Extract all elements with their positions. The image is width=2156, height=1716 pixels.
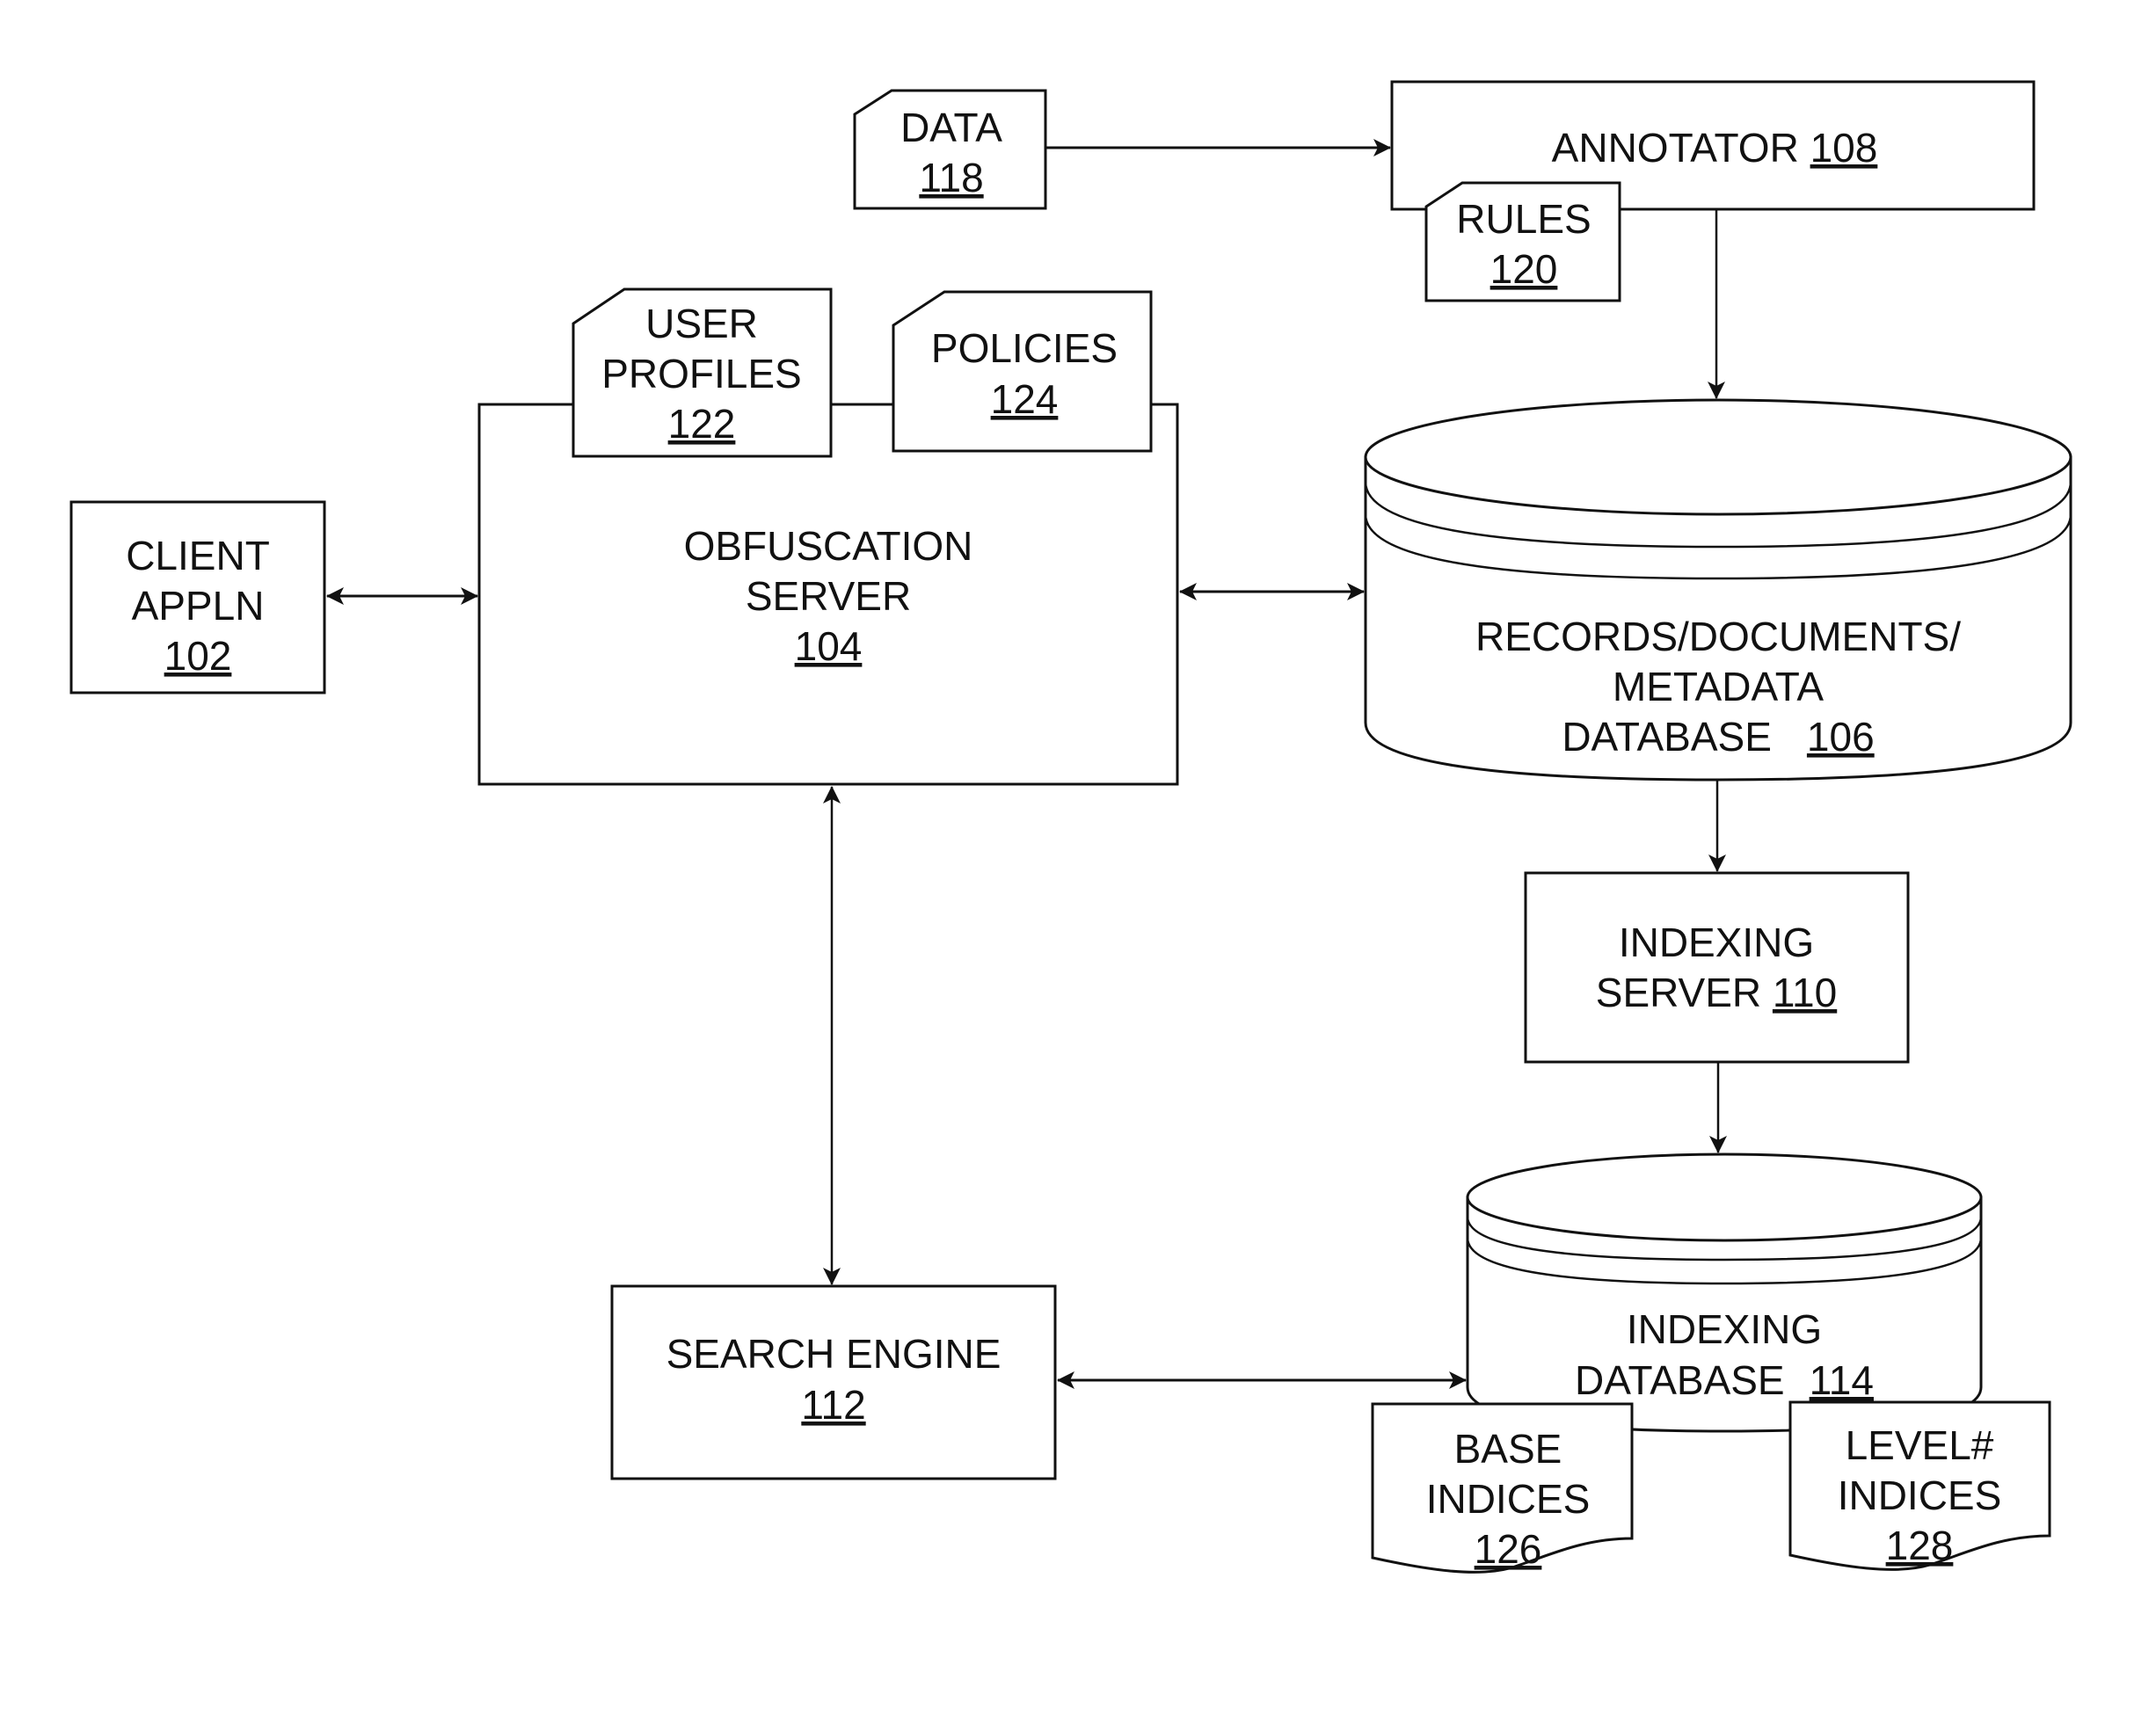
policies-card bbox=[892, 290, 1153, 453]
records-database-ref: 106 bbox=[1807, 714, 1875, 760]
search-engine-label-line1: SEARCH ENGINE bbox=[666, 1331, 1002, 1377]
indexing-database-label-line2: DATABASE 114 bbox=[1575, 1357, 1874, 1403]
records-database-label-text: DATABASE bbox=[1562, 714, 1772, 760]
annotator-label: ANNOTATOR 108 bbox=[1552, 125, 1878, 171]
base-indices-label-line2: INDICES bbox=[1426, 1476, 1591, 1522]
base-indices-node[interactable]: BASE INDICES 126 bbox=[1371, 1402, 1634, 1574]
user-profiles-node[interactable]: USER PROFILES 122 bbox=[572, 287, 833, 458]
level-indices-ref: 128 bbox=[1886, 1523, 1954, 1568]
base-indices-label-line1: BASE bbox=[1454, 1426, 1562, 1472]
obfuscation-server-label-line1: OBFUSCATION bbox=[684, 523, 973, 569]
client-appln-node[interactable]: CLIENT APPLN 102 bbox=[69, 500, 326, 694]
indexing-server-box bbox=[1524, 871, 1910, 1064]
obfuscation-server-label-line2: SERVER bbox=[746, 573, 911, 619]
records-database-label-line1: RECORDS/DOCUMENTS/ bbox=[1475, 614, 1961, 659]
rules-ref: 120 bbox=[1490, 246, 1558, 292]
diagram-canvas: CLIENT APPLN 102 OBFUSCATION SERVER 104 … bbox=[0, 0, 2156, 1716]
indexing-database-top bbox=[1466, 1152, 1983, 1242]
data-ref: 118 bbox=[919, 155, 983, 200]
rules-node[interactable]: RULES 120 bbox=[1424, 181, 1621, 302]
user-profiles-label-line1: USER bbox=[645, 301, 758, 346]
client-appln-ref: 102 bbox=[164, 633, 232, 679]
data-node[interactable]: DATA 118 bbox=[853, 89, 1047, 210]
indexing-server-label-text: SERVER bbox=[1596, 970, 1761, 1015]
policies-ref: 124 bbox=[991, 376, 1059, 422]
architecture-diagram: CLIENT APPLN 102 OBFUSCATION SERVER 104 … bbox=[69, 80, 2072, 1574]
base-indices-ref: 126 bbox=[1475, 1526, 1542, 1572]
indexing-database-ref: 114 bbox=[1810, 1357, 1874, 1403]
obfuscation-server-node[interactable]: OBFUSCATION SERVER 104 bbox=[477, 403, 1179, 786]
policies-label-line1: POLICIES bbox=[931, 325, 1118, 371]
client-appln-label-line1: CLIENT bbox=[126, 533, 270, 578]
rules-label-line1: RULES bbox=[1456, 196, 1591, 242]
records-database-node[interactable]: RECORDS/DOCUMENTS/ METADATA DATABASE 106 bbox=[1364, 398, 2072, 782]
search-engine-ref: 112 bbox=[801, 1382, 865, 1428]
indexing-server-label-line1: INDEXING bbox=[1619, 920, 1814, 965]
user-profiles-label-line2: PROFILES bbox=[601, 351, 802, 396]
policies-node[interactable]: POLICIES 124 bbox=[892, 290, 1153, 453]
indexing-database-label-line1: INDEXING bbox=[1627, 1306, 1822, 1352]
records-database-label-line2: METADATA bbox=[1613, 664, 1825, 709]
indexing-database-label-text: DATABASE bbox=[1575, 1357, 1785, 1403]
indexing-server-label-line2: SERVER 110 bbox=[1596, 970, 1837, 1015]
records-database-top bbox=[1364, 398, 2072, 516]
indexing-server-ref: 110 bbox=[1773, 970, 1837, 1015]
obfuscation-server-ref: 104 bbox=[795, 623, 863, 669]
records-database-label-line3: DATABASE 106 bbox=[1562, 714, 1874, 760]
search-engine-node[interactable]: SEARCH ENGINE 112 bbox=[610, 1284, 1057, 1480]
annotator-ref: 108 bbox=[1810, 125, 1878, 171]
annotator-label-text: ANNOTATOR bbox=[1552, 125, 1799, 171]
client-appln-label-line2: APPLN bbox=[132, 583, 265, 629]
level-indices-label-line2: INDICES bbox=[1838, 1472, 2002, 1518]
level-indices-label-line1: LEVEL# bbox=[1846, 1422, 1994, 1468]
data-label-line1: DATA bbox=[900, 105, 1002, 150]
user-profiles-ref: 122 bbox=[668, 401, 736, 447]
level-indices-node[interactable]: LEVEL# INDICES 128 bbox=[1788, 1400, 2051, 1571]
indexing-database-node[interactable]: INDEXING DATABASE 114 bbox=[1466, 1152, 1983, 1433]
indexing-server-node[interactable]: INDEXING SERVER 110 bbox=[1524, 871, 1910, 1064]
